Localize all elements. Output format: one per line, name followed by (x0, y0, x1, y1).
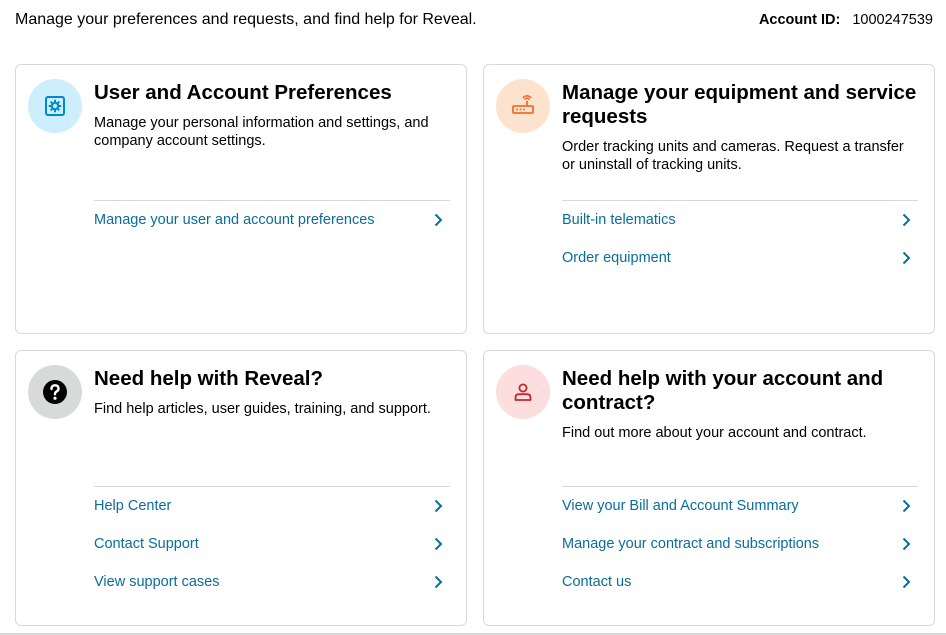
card-divider (94, 486, 450, 487)
link-label: Order equipment (562, 250, 671, 266)
link-order-equipment[interactable]: Order equipment (562, 246, 918, 270)
link-contact-us[interactable]: Contact us (562, 570, 918, 594)
card-description: Find help articles, user guides, trainin… (94, 401, 431, 417)
person-icon (496, 365, 550, 419)
question-icon (28, 365, 82, 419)
card-account-and-contract: Need help with your account and contract… (483, 350, 935, 626)
link-view-support-cases[interactable]: View support cases (94, 570, 450, 594)
link-label: View support cases (94, 574, 220, 590)
card-description: Order tracking units and cameras. Reques… (562, 139, 904, 173)
card-equipment-service-requests: Manage your equipment and service reques… (483, 64, 935, 334)
card-divider (562, 486, 918, 487)
link-view-bill-account-summary[interactable]: View your Bill and Account Summary (562, 494, 918, 518)
link-manage-user-account-preferences[interactable]: Manage your user and account preferences (94, 208, 450, 232)
chevron-right-icon (432, 536, 444, 552)
link-contact-support[interactable]: Contact Support (94, 532, 450, 556)
link-built-in-telematics[interactable]: Built-in telematics (562, 208, 918, 232)
card-title: Need help with Reveal? (94, 367, 323, 390)
link-manage-contract-subscriptions[interactable]: Manage your contract and subscriptions (562, 532, 918, 556)
link-label: Contact us (562, 574, 632, 590)
chevron-right-icon (900, 536, 912, 552)
page-header: Manage your preferences and requests, an… (0, 0, 946, 42)
card-description: Find out more about your account and con… (562, 425, 867, 441)
chevron-right-icon (900, 574, 912, 590)
link-label: Manage your user and account preferences (94, 212, 375, 228)
chevron-right-icon (432, 574, 444, 590)
link-label: Contact Support (94, 536, 199, 552)
account-id: Account ID: 1000247539 (759, 12, 933, 28)
chevron-right-icon (900, 212, 912, 228)
chevron-right-icon (432, 212, 444, 228)
link-label: Manage your contract and subscriptions (562, 536, 820, 552)
card-user-account-preferences: User and Account Preferences Manage your… (15, 64, 467, 334)
link-help-center[interactable]: Help Center (94, 494, 450, 518)
account-id-label: Account ID: (758, 12, 841, 28)
card-help-with-reveal: Need help with Reveal? Find help article… (15, 350, 467, 626)
link-label: Help Center (94, 498, 172, 514)
card-description: Manage your personal information and set… (94, 115, 429, 149)
page-intro-text: Manage your preferences and requests, an… (15, 11, 477, 28)
card-title: Need help with your account and contract… (562, 367, 884, 414)
settings-gear-icon (28, 79, 82, 133)
account-id-value: 1000247539 (852, 12, 933, 28)
card-divider (562, 200, 918, 201)
chevron-right-icon (900, 250, 912, 266)
card-title: Manage your equipment and service reques… (562, 81, 917, 128)
card-title: User and Account Preferences (94, 81, 392, 104)
chevron-right-icon (900, 498, 912, 514)
router-icon (496, 79, 550, 133)
chevron-right-icon (432, 498, 444, 514)
link-label: View your Bill and Account Summary (562, 498, 799, 514)
link-label: Built-in telematics (562, 212, 676, 228)
card-divider (94, 200, 450, 201)
